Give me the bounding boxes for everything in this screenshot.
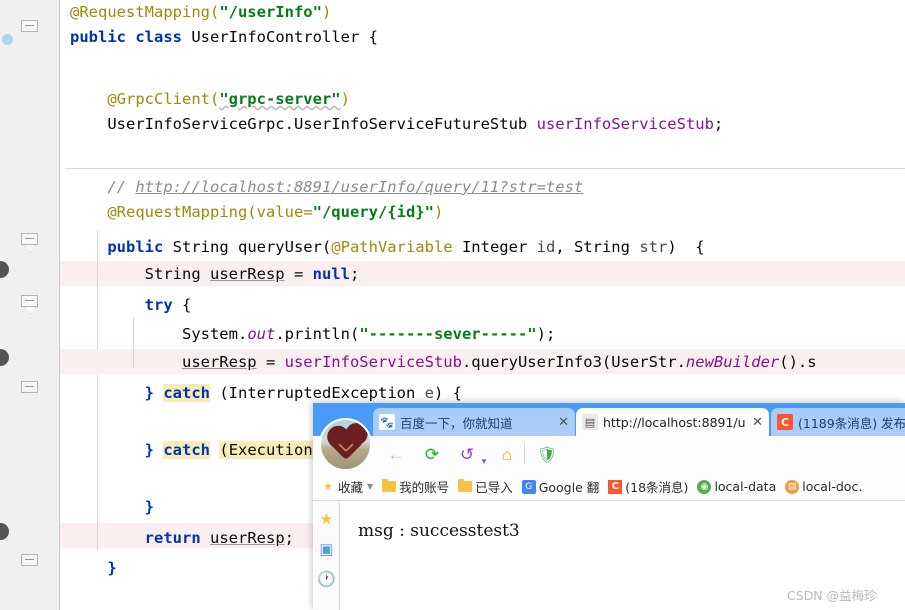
green-globe-icon: ◉ (697, 479, 712, 494)
window-icon[interactable]: ▣ (317, 539, 336, 558)
tab-label: (1189条消息) 发布成 (798, 415, 905, 431)
code-line-stub-field: UserInfoServiceGrpc.UserInfoServiceFutur… (70, 115, 724, 133)
star-icon: ★ (323, 480, 333, 493)
code-line-class-declaration: public class UserInfoController { (70, 28, 378, 46)
bookmark-label: (18条消息) (625, 480, 689, 495)
code-line-println: System.out.println("-------sever-----"); (70, 325, 556, 343)
close-icon[interactable]: ✕ (752, 415, 763, 430)
change-marker[interactable] (0, 523, 9, 540)
bookmark-local-data[interactable]: ◉ local-data (697, 479, 776, 494)
avatar[interactable] (319, 418, 372, 471)
bookmark-favorites[interactable]: ★ 收藏 ▼ (321, 477, 373, 496)
document-icon: ▤ (582, 414, 598, 430)
bookmark-label: 已导入 (475, 480, 513, 495)
baidu-paw-icon: 🐾 (379, 414, 395, 430)
reload-button[interactable]: ⟳ (421, 444, 443, 466)
fold-marker[interactable] (21, 233, 38, 245)
page-content-text: msg : successtest3 (358, 521, 520, 541)
change-marker[interactable] (0, 349, 9, 366)
bookmarks-bar[interactable]: ★ 收藏 ▼ 我的账号 已导入 G Google 翻 C (18条消息) ◉ l… (313, 473, 905, 501)
clock-icon[interactable]: 🕐 (317, 569, 336, 588)
code-line-close-brace: } (144, 498, 154, 516)
bookmark-label: 我的账号 (399, 480, 450, 495)
code-line-requestmapping-query: @RequestMapping(value="/query/{id}") (107, 203, 444, 221)
browser-tab-baidu[interactable]: 🐾 百度一下，你就知道 ✕ (373, 408, 575, 436)
browser-side-panel[interactable]: ★ ▣ 🕐 (313, 501, 340, 610)
browser-tab-csdn[interactable]: C (1189条消息) 发布成 (771, 408, 905, 436)
browser-tabstrip[interactable]: 🐾 百度一下，你就知道 ✕ ▤ http://localhost:8891/u … (313, 403, 905, 436)
bookmark-label: local-data (714, 479, 777, 494)
star-icon[interactable]: ★ (317, 509, 336, 528)
browser-window[interactable]: 🐾 百度一下，你就知道 ✕ ▤ http://localhost:8891/u … (313, 403, 905, 610)
code-line-annotation-requestmapping: @RequestMapping("/userInfo") (70, 3, 332, 21)
code-line-url-comment: // http://localhost:8891/userInfo/query/… (107, 178, 584, 196)
tab-label: 百度一下，你就知道 (400, 415, 513, 431)
chevron-down-icon[interactable]: ▼ (367, 482, 373, 491)
code-line-userresp-decl: String userResp = null; (70, 265, 360, 283)
code-line-method-end: } (107, 559, 117, 577)
browser-tab-localhost[interactable]: ▤ http://localhost:8891/u ✕ (576, 408, 769, 436)
editor-gutter[interactable] (0, 0, 60, 610)
fold-marker[interactable] (21, 295, 38, 307)
fold-marker[interactable] (21, 381, 38, 393)
bookmark-csdn[interactable]: C (18条消息) (608, 477, 688, 496)
csdn-icon: C (608, 479, 623, 494)
bookmark-imported[interactable]: 已导入 (458, 477, 513, 496)
watermark: CSDN @益梅珍 (787, 588, 877, 603)
change-marker[interactable] (0, 261, 9, 278)
bookmark-google-translate[interactable]: G Google 翻 (521, 477, 600, 496)
code-line-stub-call: userResp = userInfoServiceStub.queryUser… (181, 353, 817, 371)
navbar-divider (524, 444, 525, 464)
folder-icon (458, 479, 473, 494)
code-line-grpcclient-annotation: @GrpcClient("grpc-server") (107, 90, 350, 108)
tab-label: http://localhost:8891/u (603, 414, 746, 430)
bookmark-my-account[interactable]: 我的账号 (382, 477, 449, 496)
code-line-catch-execution: } catch (Execution (144, 441, 313, 459)
code-line-try: try { (144, 296, 192, 314)
browser-navbar[interactable]: ← ⟳ ↺ ▾ ⌂ 🛡 http://localhost:8891/userIn… (313, 436, 905, 496)
code-line-method-signature: public String queryUser(@PathVariable In… (107, 238, 705, 256)
bookmark-local-doc[interactable]: ▤ local-doc. (785, 479, 862, 494)
folder-icon (382, 479, 397, 494)
shield-icon: 🛡 (536, 447, 558, 464)
google-translate-icon: G (521, 479, 536, 494)
code-line-return: return userResp; (144, 529, 294, 547)
orange-doc-icon: ▤ (785, 479, 800, 494)
bookmark-label: Google 翻 (538, 480, 600, 495)
csdn-icon: C (777, 414, 793, 430)
bookmark-label: local-doc. (802, 479, 863, 494)
close-icon[interactable]: ✕ (558, 415, 569, 430)
back-button[interactable]: ← (385, 444, 407, 466)
home-button[interactable]: ⌂ (496, 444, 518, 466)
intention-bulb-icon[interactable] (2, 34, 13, 45)
chevron-down-icon[interactable]: ▾ (473, 450, 495, 472)
fold-marker[interactable] (21, 20, 38, 32)
bookmark-label: 收藏 (338, 480, 364, 495)
section-separator (65, 168, 905, 169)
fold-marker[interactable] (21, 554, 38, 566)
